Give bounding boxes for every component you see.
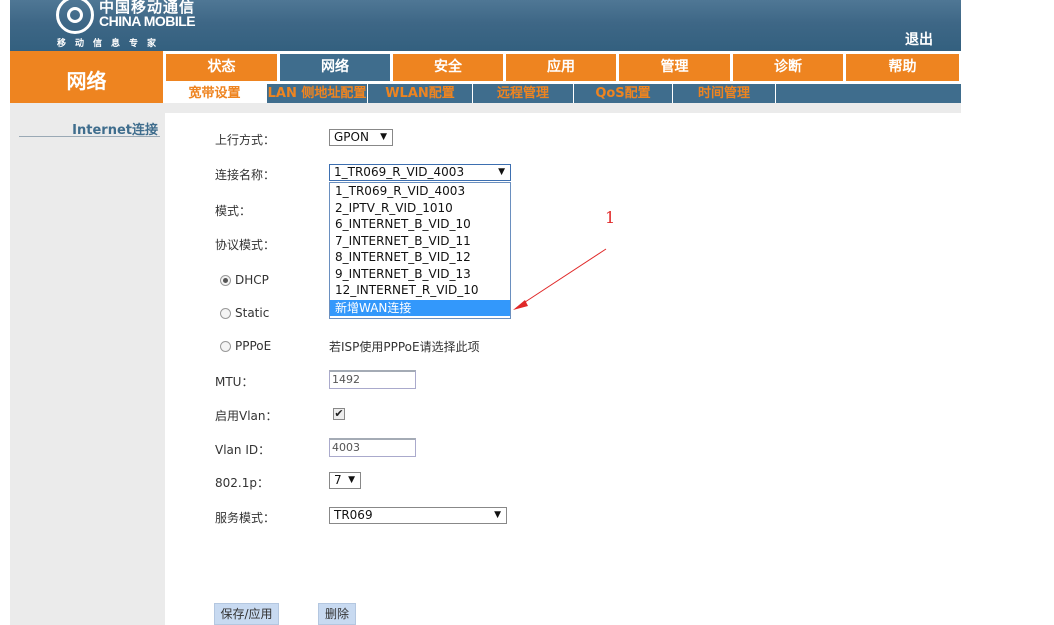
delete-button[interactable]: 删除 bbox=[318, 603, 356, 625]
priority-select-value: 7 bbox=[334, 473, 342, 487]
annotation-arrowhead bbox=[513, 300, 528, 310]
tab-management[interactable]: 管理 bbox=[619, 54, 730, 81]
uplink-select-value: GPON bbox=[334, 130, 369, 144]
radio-pppoe-label: PPPoE bbox=[235, 339, 272, 353]
service-mode-value: TR069 bbox=[334, 508, 373, 522]
section-title: 网络 bbox=[66, 69, 107, 93]
radio-dhcp-label: DHCP bbox=[235, 273, 269, 287]
dropdown-option-add-wan[interactable]: 新增WAN连接 bbox=[330, 300, 510, 316]
dropdown-option[interactable]: 6_INTERNET_B_VID_10 bbox=[330, 216, 510, 232]
mode-label: 模式： bbox=[215, 204, 252, 218]
vlan-enable-checkbox[interactable]: ✔ bbox=[333, 408, 345, 420]
subtab-wlan[interactable]: WLAN配置 bbox=[368, 84, 473, 103]
connection-name-dropdown-list: 1_TR069_R_VID_4003 2_IPTV_R_VID_1010 6_I… bbox=[329, 182, 511, 319]
chevron-down-icon: ▼ bbox=[380, 132, 387, 142]
logo-english-text: CHINA MOBILE bbox=[99, 13, 196, 29]
subtab-broadband[interactable]: 宽带设置 bbox=[163, 84, 267, 103]
subtab-lan-address[interactable]: LAN 侧地址配置 bbox=[267, 84, 368, 103]
dropdown-option[interactable]: 8_INTERNET_B_VID_12 bbox=[330, 249, 510, 265]
uplink-select[interactable]: GPON ▼ bbox=[329, 129, 393, 146]
mtu-input[interactable]: 1492 bbox=[329, 370, 416, 389]
chevron-down-icon: ▼ bbox=[348, 475, 355, 485]
dropdown-option[interactable]: 1_TR069_R_VID_4003 bbox=[330, 183, 510, 199]
connection-name-select[interactable]: 1_TR069_R_VID_4003 ▼ bbox=[329, 164, 511, 181]
radio-pppoe[interactable]: PPPoE bbox=[220, 339, 271, 353]
tab-help[interactable]: 帮助 bbox=[846, 54, 959, 81]
annotation-arrow-line bbox=[518, 248, 607, 307]
mtu-label: MTU： bbox=[215, 375, 254, 389]
radio-static-label: Static bbox=[235, 306, 270, 320]
radio-dhcp[interactable]: DHCP bbox=[220, 273, 269, 287]
vlan-id-label: Vlan ID： bbox=[215, 443, 271, 457]
vlan-id-input[interactable]: 4003 bbox=[329, 438, 416, 457]
annotation-number: 1 bbox=[605, 208, 616, 227]
radio-checked-icon bbox=[220, 275, 231, 286]
tab-security[interactable]: 安全 bbox=[393, 54, 503, 81]
logo-slogan: 移动信息专家 bbox=[57, 39, 166, 49]
tab-application[interactable]: 应用 bbox=[506, 54, 616, 81]
dropdown-option[interactable]: 2_IPTV_R_VID_1010 bbox=[330, 200, 510, 216]
top-menu: 状态 网络 安全 应用 管理 诊断 帮助 bbox=[163, 51, 961, 82]
priority-select[interactable]: 7 ▼ bbox=[329, 472, 361, 489]
section-header: 网络 bbox=[10, 51, 163, 103]
dropdown-option[interactable]: 12_INTERNET_R_VID_10 bbox=[330, 282, 510, 298]
radio-static[interactable]: Static bbox=[220, 306, 269, 320]
radio-unchecked-icon bbox=[220, 308, 231, 319]
tab-diagnostics[interactable]: 诊断 bbox=[733, 54, 843, 81]
service-mode-label: 服务模式： bbox=[215, 511, 276, 525]
chevron-down-icon: ▼ bbox=[494, 510, 501, 520]
connection-name-value: 1_TR069_R_VID_4003 bbox=[334, 165, 465, 179]
radio-unchecked-icon bbox=[220, 341, 231, 352]
pppoe-hint: 若ISP使用PPPoE请选择此项 bbox=[329, 340, 480, 354]
sidebar-divider bbox=[19, 136, 160, 137]
chevron-down-icon: ▼ bbox=[498, 167, 505, 177]
vlan-enable-label: 启用Vlan： bbox=[215, 409, 278, 423]
tab-network[interactable]: 网络 bbox=[280, 54, 390, 81]
connection-name-label: 连接名称： bbox=[215, 168, 276, 182]
content-panel bbox=[165, 113, 961, 625]
sub-menu: 宽带设置 LAN 侧地址配置 WLAN配置 远程管理 QoS配置 时间管理 bbox=[163, 84, 961, 103]
service-mode-select[interactable]: TR069 ▼ bbox=[329, 507, 507, 524]
annotation-arrow bbox=[513, 248, 607, 310]
logout-button[interactable]: 退出 bbox=[905, 29, 933, 49]
save-apply-button[interactable]: 保存/应用 bbox=[214, 603, 279, 625]
subtab-time[interactable]: 时间管理 bbox=[673, 84, 776, 103]
protocol-label: 协议模式： bbox=[215, 238, 276, 252]
uplink-label: 上行方式： bbox=[215, 133, 276, 147]
dropdown-option[interactable]: 7_INTERNET_B_VID_11 bbox=[330, 233, 510, 249]
subtab-qos[interactable]: QoS配置 bbox=[574, 84, 673, 103]
dropdown-option[interactable]: 9_INTERNET_B_VID_13 bbox=[330, 266, 510, 282]
subtab-remote-management[interactable]: 远程管理 bbox=[473, 84, 574, 103]
tab-status[interactable]: 状态 bbox=[166, 54, 277, 81]
left-sidebar: Internet连接 bbox=[10, 103, 163, 625]
priority-label: 802.1p： bbox=[215, 476, 269, 490]
